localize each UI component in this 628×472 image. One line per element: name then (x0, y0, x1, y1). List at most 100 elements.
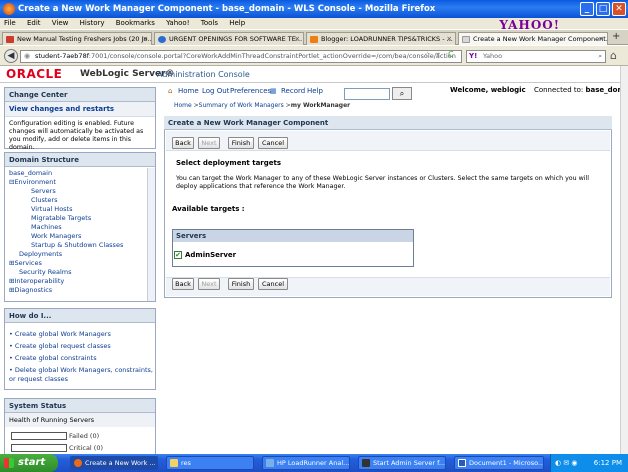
menu-tools[interactable]: Tools (201, 19, 218, 27)
tree-virtual-hosts[interactable]: Virtual Hosts (31, 205, 73, 213)
tree-environment[interactable]: ⊟Environment (9, 178, 56, 186)
tree-startup-shutdown[interactable]: Startup & Shutdown Classes (31, 241, 123, 249)
task-label: Create a New Work ... (85, 459, 156, 467)
tree-work-managers[interactable]: Work Managers (31, 232, 81, 240)
tab-manual-testing[interactable]: New Manual Testing Freshers Jobs (20 Jo.… (2, 32, 152, 45)
tree-services[interactable]: ⊞Services (9, 259, 42, 267)
tab-label: Blogger: LOADRUNNER TIPS&TRICKS - ... (321, 35, 453, 43)
domain-structure-title: Domain Structure (5, 153, 155, 167)
firefox-icon (3, 3, 15, 15)
menu-help[interactable]: Help (229, 19, 245, 27)
task-label: Start Admin Server f... (373, 459, 446, 467)
start-button[interactable]: start (0, 454, 58, 472)
next-button[interactable]: Next (198, 137, 220, 149)
menu-history[interactable]: History (80, 19, 105, 27)
tree-diagnostics[interactable]: ⊞Diagnostics (9, 286, 52, 294)
task-word[interactable]: Document1 - Microso... (454, 456, 544, 470)
how-link-constraints[interactable]: • Create global constraints (9, 354, 97, 362)
task-loadrunner[interactable]: HP LoadRunner Anal... (262, 456, 350, 470)
tray-icons[interactable]: ◐ ✉ ◉ (555, 454, 578, 472)
firefox-icon (74, 459, 82, 467)
menu-file[interactable]: File (4, 19, 16, 27)
change-center-title: Change Center (5, 88, 155, 102)
link-label: Create global Work Managers (14, 330, 111, 338)
reload-icon[interactable]: C (448, 50, 454, 59)
tab-close-icon[interactable]: ✕ (143, 33, 148, 45)
page-scrollbar[interactable] (620, 66, 628, 454)
tree-security-realms[interactable]: Security Realms (19, 268, 72, 276)
magnifier-icon[interactable]: ⌕ (598, 51, 602, 62)
back-button-bottom[interactable]: Back (172, 278, 194, 290)
menu-bookmarks[interactable]: Bookmarks (116, 19, 155, 27)
task-folder[interactable]: res (166, 456, 254, 470)
finish-button-bottom[interactable]: Finish (228, 278, 254, 290)
new-tab-button[interactable]: + (612, 31, 620, 42)
tree-machines[interactable]: Machines (31, 223, 62, 231)
cancel-button-bottom[interactable]: Cancel (258, 278, 288, 290)
cancel-button[interactable]: Cancel (258, 137, 288, 149)
task-start-admin[interactable]: Start Admin Server f... (358, 456, 446, 470)
dropdown-icon[interactable]: ▾ (436, 50, 440, 59)
search-icon[interactable]: ⌕ (392, 87, 412, 100)
console-search-input[interactable] (344, 88, 390, 100)
next-button-bottom[interactable]: Next (198, 278, 220, 290)
tree-label: Services (14, 259, 42, 267)
home-icon: ⌂ (168, 87, 173, 95)
menu-edit[interactable]: Edit (27, 19, 41, 27)
adminserver-label: AdminServer (185, 251, 237, 259)
close-button[interactable]: ✕ (612, 2, 626, 16)
tab-close-icon[interactable]: ✕ (295, 33, 300, 45)
logout-link[interactable]: Log Out (202, 84, 229, 98)
navigation-bar: ◀ ◉ student-7aeb78f:7001/console/console… (0, 46, 628, 66)
how-link-work-managers[interactable]: • Create global Work Managers (9, 330, 111, 338)
oracle-logo: ORACLE (6, 67, 63, 81)
search-placeholder: Yahoo (483, 52, 503, 60)
minimize-button[interactable]: _ (580, 2, 594, 16)
back-arrow-icon[interactable]: ◀ (4, 49, 18, 63)
failed-bar (11, 432, 67, 440)
back-button[interactable]: Back (172, 137, 194, 149)
tab-close-icon[interactable]: ✕ (447, 33, 452, 45)
home-icon[interactable]: ⌂ (610, 49, 617, 62)
critical-bar (11, 444, 67, 452)
task-label: Document1 - Microso... (469, 459, 544, 467)
servers-header: Servers (173, 230, 413, 242)
tree-deployments[interactable]: Deployments (19, 250, 62, 258)
search-box[interactable]: Y! Yahoo ⌕ (466, 50, 606, 63)
maximize-button[interactable]: □ (596, 2, 610, 16)
menu-view[interactable]: View (52, 19, 69, 27)
how-link-request-classes[interactable]: • Create global request classes (9, 342, 111, 350)
tab-close-icon[interactable]: ✕ (599, 33, 604, 45)
breadcrumb-summary[interactable]: Summary of Work Managers (199, 102, 284, 109)
address-bar[interactable]: ◉ student-7aeb78f:7001/console/console.p… (20, 50, 462, 63)
tree-servers[interactable]: Servers (31, 187, 56, 195)
view-changes-link[interactable]: View changes and restarts (5, 102, 155, 117)
welcome-bar: Welcome, weblogic Connected to: base_dom… (450, 86, 628, 94)
section-description: You can target the Work Manager to any o… (176, 175, 590, 190)
blogger-icon (310, 36, 318, 43)
record-link[interactable]: Record (281, 84, 305, 98)
how-link-delete[interactable]: • Delete global Work Managers, constrain… (9, 366, 153, 384)
task-firefox[interactable]: Create a New Work ... (70, 456, 158, 470)
help-link[interactable]: Help (307, 84, 323, 98)
menu-yahoo[interactable]: Yahoo! (166, 19, 189, 27)
console-icon (362, 459, 370, 467)
tab-urgent-openings[interactable]: URGENT OPENINGS FOR SOFTWARE TE... ✕ (154, 32, 304, 45)
home-link[interactable]: Home (178, 84, 199, 98)
adminserver-checkbox[interactable]: ✔ (174, 251, 182, 259)
tree-scrollbar[interactable] (147, 168, 155, 301)
tree-migratable-targets[interactable]: Migratable Targets (31, 214, 91, 222)
welcome-text: Welcome, weblogic (450, 86, 526, 94)
star-icon[interactable]: ☆ (424, 50, 431, 59)
tab-work-manager[interactable]: Create a New Work Manager Component... ✕ (458, 32, 608, 45)
preferences-link[interactable]: Preferences (230, 84, 271, 98)
console-name: Administration Console (157, 70, 250, 79)
change-center-text: Configuration editing is enabled. Future… (9, 120, 144, 151)
tree-interoperability[interactable]: ⊞Interoperability (9, 277, 64, 285)
tab-blogger[interactable]: Blogger: LOADRUNNER TIPS&TRICKS - ... ✕ (306, 32, 456, 45)
console-header: ORACLE WebLogic Server® Administration C… (0, 66, 620, 83)
tree-base-domain[interactable]: base_domain (9, 169, 52, 177)
tree-clusters[interactable]: Clusters (31, 196, 57, 204)
finish-button[interactable]: Finish (228, 137, 254, 149)
breadcrumb-home[interactable]: Home (174, 102, 192, 109)
